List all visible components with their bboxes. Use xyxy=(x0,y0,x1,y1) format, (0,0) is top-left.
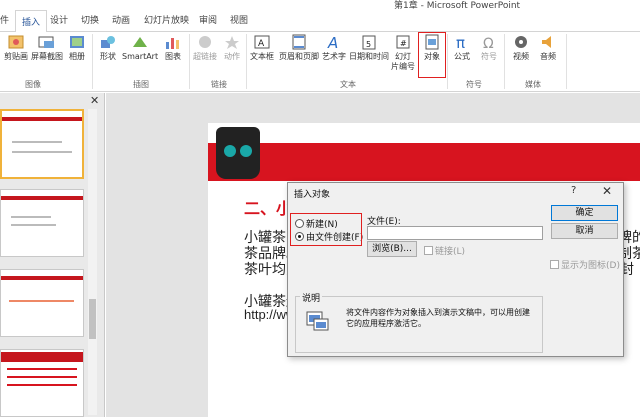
textbox-icon: A xyxy=(254,35,270,49)
embedded-object-icon xyxy=(306,311,329,331)
dialog-title: 插入对象 xyxy=(294,190,331,200)
radio-highlight-box xyxy=(290,213,362,246)
group-separator xyxy=(447,34,448,89)
photo-album-icon xyxy=(70,36,84,48)
svg-text:Ω: Ω xyxy=(483,36,494,50)
action-button[interactable]: 动作 xyxy=(221,34,243,62)
group-images-label: 图像 xyxy=(25,80,41,89)
browse-button[interactable]: 浏览(B)... xyxy=(367,241,417,257)
smartart-button[interactable]: SmartArt xyxy=(122,34,158,62)
svg-text:A: A xyxy=(258,39,265,49)
film-reel-icon xyxy=(515,36,527,48)
checkbox-icon xyxy=(424,246,433,255)
slide-heading: 二、小 xyxy=(244,201,293,218)
explanation-label: 说明 xyxy=(300,291,323,304)
ribbon-tabs: 件 插入 设计 切换 动画 幻灯片放映 审阅 视图 xyxy=(0,10,640,33)
object-highlight-box xyxy=(418,32,446,78)
chart-icon xyxy=(166,38,179,49)
slide-thumbnail[interactable] xyxy=(0,269,84,337)
tmall-cat-logo xyxy=(216,127,260,179)
wordart-button[interactable]: A 艺术字 xyxy=(321,34,347,62)
equation-button[interactable]: π 公式 xyxy=(449,34,475,62)
title-bar: 第1章 - Microsoft PowerPoint xyxy=(0,0,640,11)
pi-icon: π xyxy=(456,34,465,50)
group-separator xyxy=(566,34,567,89)
tab-review[interactable]: 审阅 xyxy=(199,13,217,26)
chart-button[interactable]: 图表 xyxy=(162,34,184,62)
tab-view[interactable]: 视图 xyxy=(230,13,248,26)
help-icon[interactable]: ? xyxy=(571,185,576,196)
group-separator xyxy=(189,34,190,89)
group-separator xyxy=(504,34,505,89)
symbol-button[interactable]: Ω 符号 xyxy=(477,34,501,62)
tab-animations[interactable]: 动画 xyxy=(112,13,130,26)
header-footer-icon xyxy=(292,34,306,50)
group-illustrations-label: 插图 xyxy=(133,80,149,89)
svg-text:π: π xyxy=(456,34,465,50)
slide-thumbnail[interactable] xyxy=(0,109,84,179)
link-checkbox[interactable]: 链接(L) xyxy=(424,244,465,257)
explanation-box: 说明 将文件内容作为对象插入到演示文稿中，可以用创建 它的应用程序激活它。 xyxy=(295,291,543,353)
slide-number-button[interactable]: # 幻灯 片编号 xyxy=(390,34,416,72)
hyperlink-button[interactable]: 超链接 xyxy=(191,34,219,62)
group-separator xyxy=(92,34,93,89)
slides-pane: ✕ xyxy=(0,93,105,417)
tab-transitions[interactable]: 切换 xyxy=(81,13,99,26)
group-symbols-label: 符号 xyxy=(466,80,482,89)
header-footer-button[interactable]: 页眉和页脚 xyxy=(278,34,320,62)
photo-album-button[interactable]: 相册 xyxy=(66,34,88,62)
pane-scrollbar[interactable] xyxy=(88,109,97,415)
slide-thumbnail[interactable] xyxy=(0,189,84,257)
group-separator xyxy=(246,34,247,89)
tab-file[interactable]: 件 xyxy=(0,13,9,26)
tab-insert[interactable]: 插入 xyxy=(15,10,48,33)
clip-art-icon xyxy=(8,35,24,49)
insert-object-dialog: 插入对象 ? ✕ 新建(N) 由文件创建(F) 文件(E): 浏览(B)... … xyxy=(287,182,624,357)
close-icon[interactable]: ✕ xyxy=(602,184,612,198)
date-time-button[interactable]: 5 日期和时间 xyxy=(348,34,390,62)
omega-icon: Ω xyxy=(483,36,494,50)
shapes-button[interactable]: 形状 xyxy=(97,34,119,62)
slide-number-icon: # xyxy=(396,35,410,49)
cancel-button[interactable]: 取消 xyxy=(551,223,618,239)
action-star-icon xyxy=(225,36,239,49)
speaker-icon xyxy=(542,36,551,48)
tab-design[interactable]: 设计 xyxy=(50,13,68,26)
group-media-label: 媒体 xyxy=(525,80,541,89)
audio-button[interactable]: 音频 xyxy=(536,34,560,62)
clip-art-button[interactable]: 剪贴画 xyxy=(2,34,30,62)
screenshot-button[interactable]: 屏幕截图 xyxy=(30,34,64,62)
screenshot-icon xyxy=(38,36,54,48)
display-as-icon-checkbox[interactable]: 显示为图标(D) xyxy=(550,258,620,271)
globe-link-icon xyxy=(199,36,211,48)
group-links-label: 链接 xyxy=(211,80,227,89)
svg-text:#: # xyxy=(400,39,407,48)
pane-close-icon[interactable]: ✕ xyxy=(90,94,99,107)
tab-slideshow[interactable]: 幻灯片放映 xyxy=(144,13,189,26)
svg-text:5: 5 xyxy=(366,40,371,49)
slide-thumbnail[interactable] xyxy=(0,349,84,417)
shapes-icon xyxy=(101,36,115,48)
wordart-icon: A xyxy=(327,34,338,50)
explanation-text: 它的应用程序激活它。 xyxy=(346,319,426,328)
video-button[interactable]: 视频 xyxy=(508,34,534,62)
calendar-icon: 5 xyxy=(362,35,376,50)
slide-header-band xyxy=(208,143,640,181)
textbox-button[interactable]: A 文本框 xyxy=(249,34,275,62)
checkbox-icon xyxy=(550,260,559,269)
file-path-input[interactable] xyxy=(367,226,543,240)
ribbon: 剪贴画 屏幕截图 相册 图像 形状 SmartArt 图表 插图 超链接 动作 … xyxy=(0,32,640,92)
smartart-icon xyxy=(133,37,147,47)
group-text-label: 文本 xyxy=(340,80,356,89)
explanation-text: 将文件内容作为对象插入到演示文稿中，可以用创建 xyxy=(346,308,530,317)
ok-button[interactable]: 确定 xyxy=(551,205,618,221)
svg-text:A: A xyxy=(327,34,338,50)
